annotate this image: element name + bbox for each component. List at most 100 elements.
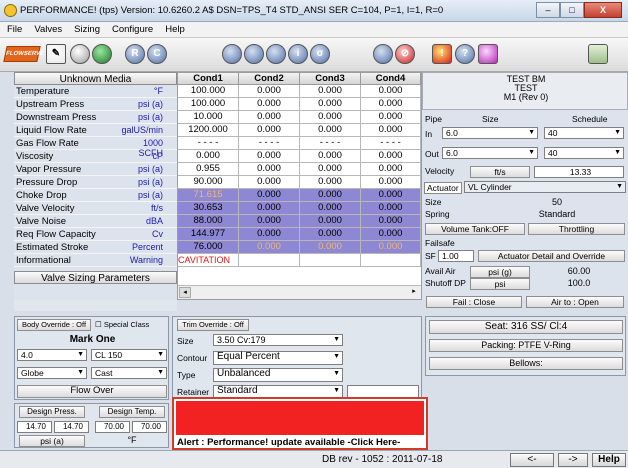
- scroll-right-icon[interactable]: ▸: [408, 287, 420, 298]
- grid-cell[interactable]: 0.000: [239, 150, 300, 163]
- update-alert[interactable]: Alert : Performance! update available -C…: [172, 397, 428, 450]
- design-press-1[interactable]: 14.70: [17, 421, 52, 433]
- design-temp-2[interactable]: 70.00: [132, 421, 167, 433]
- design-press-2[interactable]: 14.70: [54, 421, 89, 433]
- menu-help[interactable]: Help: [161, 22, 189, 37]
- col-cond2[interactable]: Cond2: [239, 73, 300, 85]
- out-schedule-select[interactable]: 40 ▼: [544, 147, 624, 159]
- grid-cell[interactable]: - - - -: [178, 137, 239, 150]
- grid-cell[interactable]: 0.000: [300, 98, 361, 111]
- grid-cell[interactable]: 88.000: [178, 215, 239, 228]
- grid-cell[interactable]: 10.000: [178, 111, 239, 124]
- contour-select[interactable]: Equal Percent ▼: [213, 351, 343, 365]
- grid-cell[interactable]: 0.000: [361, 111, 421, 124]
- trim-override-button[interactable]: Trim Override : Off: [177, 319, 249, 331]
- help-icon[interactable]: ?: [455, 44, 475, 64]
- stopwatch-icon[interactable]: [222, 44, 242, 64]
- grid-cell[interactable]: 0.000: [300, 176, 361, 189]
- no-entry-icon[interactable]: ⊘: [395, 44, 415, 64]
- body-override-button[interactable]: Body Override : Off: [17, 319, 91, 331]
- sigma-icon[interactable]: σ: [310, 44, 330, 64]
- grid-cell[interactable]: 0.000: [361, 241, 421, 254]
- menu-file[interactable]: File: [3, 22, 26, 37]
- in-schedule-select[interactable]: 40 ▼: [544, 127, 624, 139]
- col-cond3[interactable]: Cond3: [300, 73, 361, 85]
- grid-cell[interactable]: 0.000: [300, 215, 361, 228]
- grid-cell[interactable]: 90.000: [178, 176, 239, 189]
- in-size-select[interactable]: 6.0 ▼: [442, 127, 538, 139]
- print-icon[interactable]: [70, 44, 90, 64]
- minimize-button[interactable]: –: [536, 2, 560, 18]
- grid-cell[interactable]: 0.000: [361, 98, 421, 111]
- trim-size-select[interactable]: 3.50 Cv:179 ▼: [213, 334, 343, 346]
- grid-cell[interactable]: - - - -: [300, 137, 361, 150]
- grid-scrollbar[interactable]: ◂ ▸: [178, 285, 421, 299]
- alert-red-banner[interactable]: [176, 401, 424, 435]
- fail-close-button[interactable]: Fail : Close: [426, 296, 522, 308]
- out-size-select[interactable]: 6.0 ▼: [442, 147, 538, 159]
- c-icon[interactable]: C: [147, 44, 167, 64]
- chart-icon[interactable]: [244, 44, 264, 64]
- menu-sizing[interactable]: Sizing: [70, 22, 104, 37]
- grid-cell[interactable]: 0.000: [239, 98, 300, 111]
- calculator-icon[interactable]: [588, 44, 608, 64]
- grid-cell[interactable]: 0.000: [361, 228, 421, 241]
- grid-cell[interactable]: 0.000: [300, 124, 361, 137]
- grid-cell[interactable]: 100.000: [178, 98, 239, 111]
- design-press-button[interactable]: Design Press.: [19, 406, 85, 418]
- grid-cell[interactable]: 0.000: [300, 202, 361, 215]
- grid-cell[interactable]: 0.000: [300, 163, 361, 176]
- menu-valves[interactable]: Valves: [30, 22, 66, 37]
- grid-cell[interactable]: CAVITATION: [178, 254, 239, 267]
- packing-button[interactable]: Packing: PTFE V-Ring: [429, 339, 623, 352]
- dice-icon[interactable]: [478, 44, 498, 64]
- grid-cell[interactable]: 30.653: [178, 202, 239, 215]
- grid-cell[interactable]: 0.000: [239, 215, 300, 228]
- design-temp-1[interactable]: 70.00: [95, 421, 130, 433]
- grid-cell[interactable]: 0.000: [239, 124, 300, 137]
- grid-cell[interactable]: 0.000: [239, 202, 300, 215]
- grid-cell[interactable]: 0.000: [361, 85, 421, 98]
- grid-cell[interactable]: 0.000: [361, 189, 421, 202]
- bellows-button[interactable]: Bellows:: [429, 357, 623, 370]
- media-header[interactable]: Unknown Media: [14, 72, 177, 85]
- grid-cell[interactable]: 76.000: [178, 241, 239, 254]
- grid-cell[interactable]: 0.000: [178, 150, 239, 163]
- grid-cell[interactable]: 0.000: [361, 124, 421, 137]
- velocity-unit-button[interactable]: ft/s: [470, 166, 530, 178]
- grid-cell[interactable]: 0.000: [361, 176, 421, 189]
- grid-cell[interactable]: 144.977: [178, 228, 239, 241]
- body-class-select[interactable]: CL 150 ▼: [91, 349, 167, 361]
- grid-cell[interactable]: 0.000: [239, 85, 300, 98]
- gauge-icon[interactable]: [266, 44, 286, 64]
- grid-cell[interactable]: 0.000: [239, 189, 300, 202]
- grid-cell[interactable]: 100.000: [178, 85, 239, 98]
- press-unit-button[interactable]: psi (a): [19, 435, 85, 447]
- grid-cell[interactable]: [239, 254, 300, 267]
- close-button[interactable]: X: [584, 2, 622, 18]
- volume-tank-button[interactable]: Volume Tank:OFF: [425, 223, 525, 235]
- col-cond4[interactable]: Cond4: [361, 73, 421, 85]
- forward-button[interactable]: ->: [558, 453, 588, 467]
- design-temp-button[interactable]: Design Temp.: [99, 406, 165, 418]
- grid-cell[interactable]: 0.000: [361, 163, 421, 176]
- body-type-select[interactable]: Globe ▼: [17, 367, 87, 379]
- grid-cell[interactable]: 1200.000: [178, 124, 239, 137]
- maximize-button[interactable]: □: [560, 2, 584, 18]
- grid-cell[interactable]: 0.000: [361, 150, 421, 163]
- grid-cell[interactable]: 0.000: [300, 111, 361, 124]
- grid-cell[interactable]: 71.615: [178, 189, 239, 202]
- grid-cell[interactable]: 0.000: [361, 202, 421, 215]
- grid-cell[interactable]: 0.000: [300, 228, 361, 241]
- grid-cell[interactable]: 0.000: [239, 163, 300, 176]
- grid-cell[interactable]: - - - -: [239, 137, 300, 150]
- seat-button[interactable]: Seat: 316 SS/ Cl:4: [429, 320, 623, 334]
- grid-cell[interactable]: 0.000: [300, 241, 361, 254]
- edit-icon[interactable]: ✎: [46, 44, 66, 64]
- menu-configure[interactable]: Configure: [108, 22, 157, 37]
- noise-icon[interactable]: [373, 44, 393, 64]
- r-icon[interactable]: R: [125, 44, 145, 64]
- flow-over-button[interactable]: Flow Over: [17, 385, 167, 398]
- body-size-select[interactable]: 4.0 ▼: [17, 349, 87, 361]
- alert-message[interactable]: Alert : Performance! update available -C…: [177, 437, 400, 448]
